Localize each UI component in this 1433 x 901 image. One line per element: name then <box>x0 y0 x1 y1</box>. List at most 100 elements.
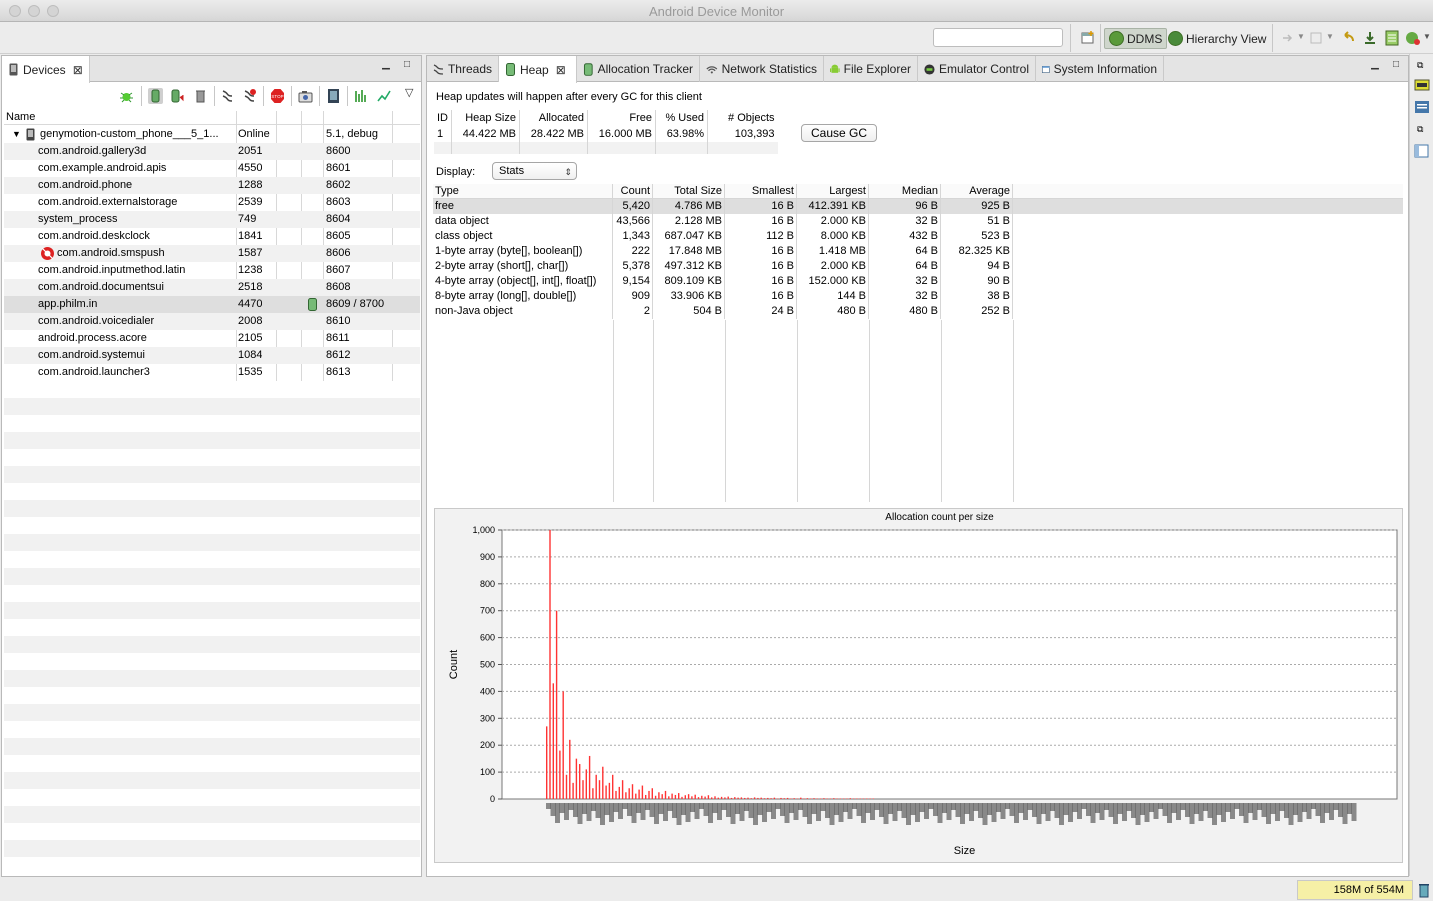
stats-header-median[interactable]: Median <box>869 184 941 199</box>
x-tick-label <box>717 803 722 820</box>
stats-header-total-size[interactable]: Total Size <box>653 184 725 199</box>
display-select[interactable]: Stats ⇕ <box>492 162 577 180</box>
chart-bar <box>635 793 637 799</box>
view-icon[interactable] <box>1414 144 1430 158</box>
undo-icon[interactable] <box>1340 30 1356 46</box>
chevron-down-icon[interactable]: ▼ <box>1423 32 1431 41</box>
ddms-perspective-button[interactable]: DDMS <box>1104 28 1168 49</box>
process-row[interactable]: com.android.externalstorage 2539 8603 <box>4 194 420 211</box>
android-avd-icon[interactable] <box>1405 30 1421 46</box>
maximize-view-icon[interactable]: □ <box>1390 60 1402 72</box>
update-heap-icon[interactable] <box>148 88 163 104</box>
process-row[interactable]: com.android.smspush 1587 8606 <box>4 245 420 262</box>
trash-icon[interactable] <box>1418 882 1430 898</box>
screen-capture-icon[interactable] <box>298 88 313 104</box>
name-column-header[interactable]: Name <box>6 111 35 123</box>
hierarchy-view-perspective-button[interactable]: Hierarchy View <box>1164 28 1270 49</box>
stats-cell-average: 90 B <box>941 274 1013 289</box>
chart-bar <box>810 798 812 799</box>
devices-table-header: Name <box>4 111 420 125</box>
tab-system-information[interactable]: System Information <box>1036 56 1164 82</box>
chart-bar <box>562 691 564 799</box>
stop-process-icon[interactable]: STOP <box>270 88 285 104</box>
chart-bar <box>605 785 607 799</box>
summary-header-used: % Used <box>655 110 708 126</box>
quick-access-search-input[interactable] <box>933 28 1063 47</box>
systrace-icon[interactable] <box>354 88 369 104</box>
process-row[interactable]: system_process 749 8604 <box>4 211 420 228</box>
console-icon[interactable] <box>1414 100 1430 114</box>
chart-bar <box>740 797 743 799</box>
x-tick-label <box>1077 803 1082 819</box>
view-menu-chevron-icon[interactable]: ▽ <box>405 86 413 99</box>
x-tick-label <box>924 803 929 819</box>
chart-bar <box>869 798 871 799</box>
stats-header-average[interactable]: Average <box>941 184 1013 199</box>
stats-header-largest[interactable]: Largest <box>797 184 869 199</box>
back-nav-icon[interactable] <box>1308 30 1324 46</box>
stats-row[interactable]: 1-byte array (byte[], boolean[]) 222 17.84… <box>433 244 1403 259</box>
close-icon[interactable]: ⊠ <box>73 63 83 77</box>
minimize-view-icon[interactable]: ▁ <box>380 60 392 72</box>
chevron-down-icon[interactable]: ▼ <box>1326 32 1334 41</box>
x-tick-label <box>1324 803 1330 813</box>
process-row[interactable]: com.android.voicedialer 2008 8610 <box>4 313 420 330</box>
process-row[interactable]: com.android.systemui 1084 8612 <box>4 347 420 364</box>
process-row[interactable]: android.process.acore 2105 8611 <box>4 330 420 347</box>
process-port: 8609 / 8700 <box>326 298 385 310</box>
stats-row[interactable]: 2-byte array (short[], char[]) 5,378 497.3… <box>433 259 1403 274</box>
expand-chevron-icon[interactable]: ▼ <box>12 126 21 143</box>
download-icon[interactable] <box>1362 30 1378 46</box>
cause-gc-button[interactable]: Cause GC <box>801 124 877 142</box>
minimize-view-icon[interactable]: ▁ <box>1369 60 1381 72</box>
stats-row[interactable]: data object 43,566 2.128 MB 16 B 2.000 KB 32 … <box>433 214 1403 229</box>
chevron-down-icon[interactable]: ▼ <box>1297 32 1305 41</box>
process-row[interactable]: com.example.android.apis 4550 8601 <box>4 160 420 177</box>
dump-view-hierarchy-icon[interactable] <box>326 88 341 104</box>
process-row[interactable]: com.android.phone 1288 8602 <box>4 177 420 194</box>
process-row[interactable]: com.android.documentsui 2518 8608 <box>4 279 420 296</box>
stats-row[interactable]: non-Java object 2 504 B 24 B 480 B 480 B 252 B <box>433 304 1403 319</box>
process-row[interactable]: com.android.launcher3 1535 8613 <box>4 364 420 381</box>
device-row[interactable]: ▼ genymotion-custom_phone___5_1... Onlin… <box>4 126 420 143</box>
logcat-icon[interactable] <box>1414 78 1430 92</box>
x-tick-label <box>1266 803 1271 824</box>
tab-file-explorer[interactable]: File Explorer <box>824 56 918 82</box>
cause-gc-icon[interactable] <box>193 88 208 104</box>
update-threads-icon[interactable] <box>220 88 235 104</box>
tab-heap[interactable]: Heap ⊠ <box>499 56 577 83</box>
stats-row[interactable]: 8-byte array (long[], double[]) 909 33.906… <box>433 289 1403 304</box>
tab-network-statistics[interactable]: Network Statistics <box>700 56 824 82</box>
process-row[interactable]: com.android.gallery3d 2051 8600 <box>4 143 420 160</box>
summary-row[interactable]: 1 44.422 MB 28.422 MB 16.000 MB 63.98% 1… <box>434 126 778 142</box>
open-perspective-icon[interactable] <box>1080 30 1096 46</box>
start-method-profiling-icon[interactable] <box>242 88 257 104</box>
chart-bar <box>849 798 851 799</box>
tab-allocation-tracker[interactable]: Allocation Tracker <box>577 56 700 82</box>
process-row[interactable]: com.android.inputmethod.latin 1238 8607 <box>4 262 420 279</box>
restore-icon[interactable]: ⧉ <box>1417 124 1423 135</box>
sdk-manager-icon[interactable] <box>1384 30 1400 46</box>
tab-devices[interactable]: Devices ⊠ <box>2 56 90 83</box>
stats-header-count[interactable]: Count <box>613 184 653 199</box>
heap-stats-table: Type Count Total Size Smallest Largest M… <box>433 184 1403 502</box>
stats-header-smallest[interactable]: Smallest <box>725 184 797 199</box>
x-tick-label <box>685 803 691 822</box>
debug-process-icon[interactable] <box>119 88 134 104</box>
close-icon[interactable]: ⊠ <box>556 63 566 77</box>
forward-nav-icon[interactable] <box>1280 30 1296 46</box>
maximize-view-icon[interactable]: □ <box>401 60 413 72</box>
stats-header-type[interactable]: Type <box>433 184 613 199</box>
stats-row[interactable]: class object 1,343 687.047 KB 112 B 8.000 KB… <box>433 229 1403 244</box>
dump-hprof-icon[interactable] <box>170 88 185 104</box>
restore-icon[interactable]: ⧉ <box>1417 60 1423 71</box>
tab-threads[interactable]: Threads <box>427 56 499 82</box>
tab-emulator-control[interactable]: Emulator Control <box>918 56 1036 82</box>
stats-row[interactable]: free 5,420 4.786 MB 16 B 412.391 KB 96 B 925 B <box>433 199 1403 214</box>
stats-cell-median: 32 B <box>869 274 941 289</box>
stats-row[interactable]: 4-byte array (object[], int[], float[]) 9… <box>433 274 1403 289</box>
process-row[interactable]: com.android.deskclock 1841 8605 <box>4 228 420 245</box>
process-row[interactable]: app.philm.in 4470 8609 / 8700 <box>4 296 420 313</box>
x-tick-label <box>1050 803 1055 811</box>
opengl-trace-icon[interactable] <box>376 88 391 104</box>
